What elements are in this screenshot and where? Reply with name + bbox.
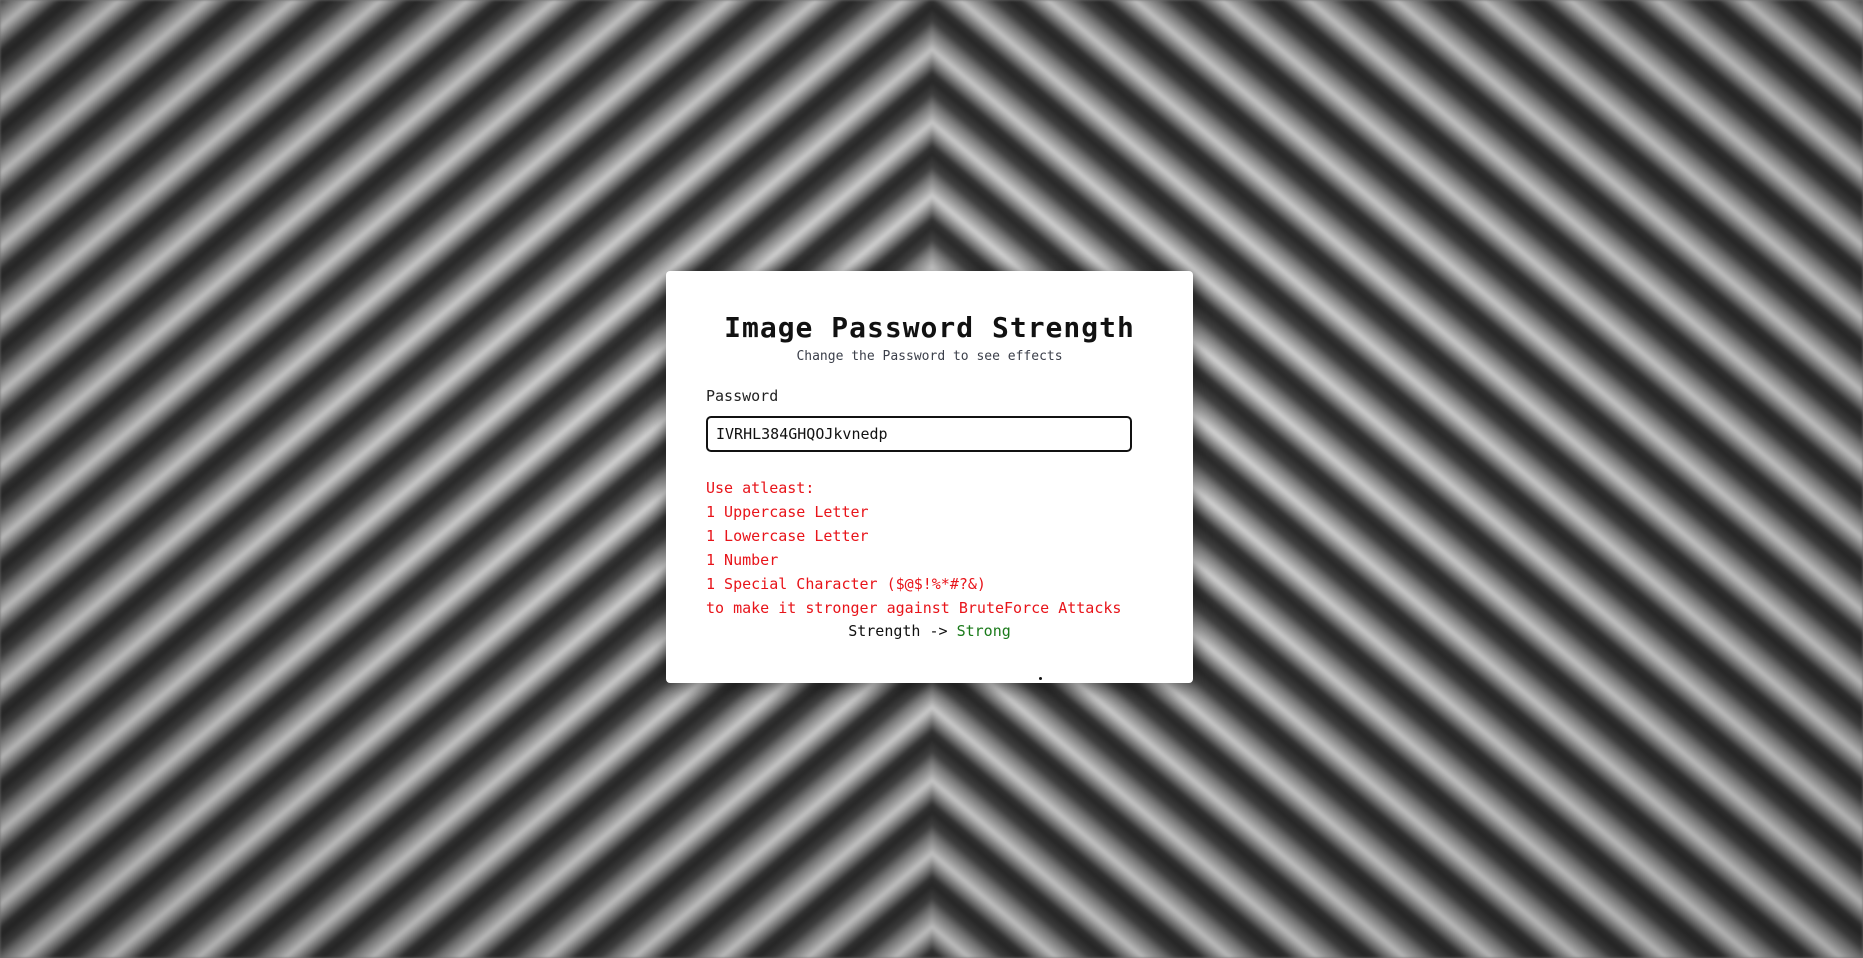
rules-outro: to make it stronger against BruteForce A… (706, 599, 1122, 617)
rule-special-character: 1 Special Character ($@$!%*#?&) (706, 575, 986, 593)
strength-label: Strength -> (848, 622, 948, 640)
cursor-dot (1039, 677, 1042, 680)
rule-lowercase: 1 Lowercase Letter (706, 527, 869, 545)
password-card: Image Password Strength Change the Passw… (666, 271, 1193, 683)
page-subtitle: Change the Password to see effects (796, 349, 1063, 364)
page-title: Image Password Strength (724, 311, 1135, 344)
password-rules: Use atleast: 1 Uppercase Letter 1 Lowerc… (706, 476, 1121, 620)
password-input[interactable] (706, 416, 1132, 452)
strength-indicator: Strength -> Strong (666, 619, 1193, 643)
strength-value: Strong (956, 622, 1011, 640)
rule-uppercase: 1 Uppercase Letter (706, 503, 869, 521)
rules-intro: Use atleast: (706, 479, 815, 497)
rule-number: 1 Number (706, 551, 779, 569)
password-label: Password (706, 387, 779, 405)
